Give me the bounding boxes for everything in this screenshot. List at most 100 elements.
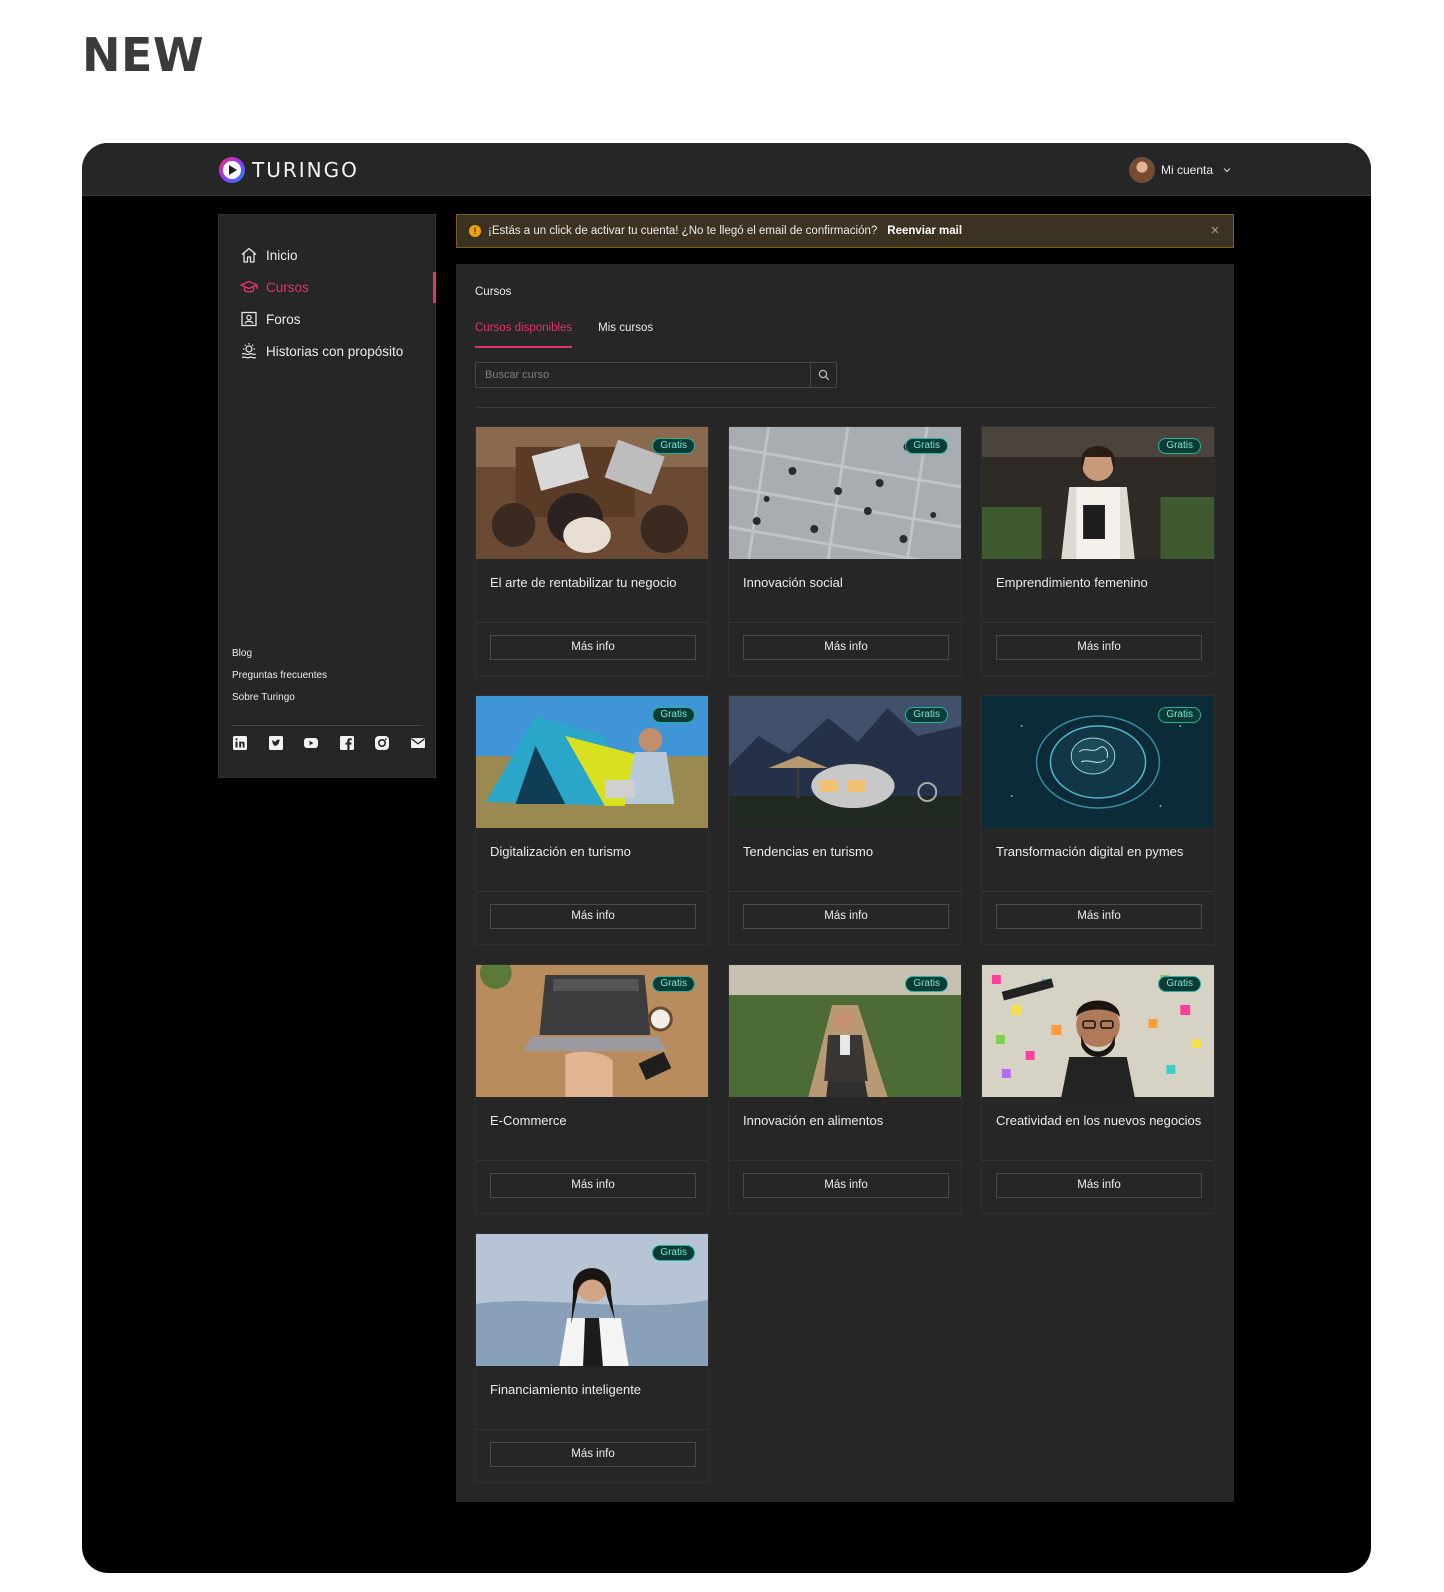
course-card: Gratis Transformación digital en pymes M… [981, 695, 1215, 945]
sidebar: Inicio Cursos Foros Historias con propós… [218, 214, 436, 778]
sidebar-item-label: Historias con propósito [266, 343, 404, 359]
account-menu[interactable]: Mi cuenta [1128, 157, 1231, 183]
search-icon [818, 369, 829, 381]
courses-panel: Cursos Cursos disponibles Mis cursos Bus… [456, 264, 1234, 1502]
page-heading: NEW [82, 28, 205, 82]
divider [729, 1160, 961, 1161]
close-icon[interactable] [1209, 224, 1221, 236]
linkedin-icon[interactable] [232, 735, 248, 751]
graduation-cap-icon [240, 280, 258, 293]
resend-mail-link[interactable]: Reenviar mail [887, 225, 962, 237]
about-link[interactable]: Sobre Turingo [232, 687, 327, 709]
course-title: Innovación social [743, 575, 843, 590]
divider [232, 725, 422, 726]
forum-icon [241, 311, 257, 327]
turingo-logo[interactable]: TURINGO [218, 156, 359, 184]
youtube-icon[interactable] [303, 735, 319, 751]
free-badge: Gratis [652, 707, 695, 723]
divider [476, 891, 708, 892]
warning-icon: ! [469, 225, 481, 237]
top-bar: TURINGO Mi cuenta [82, 143, 1371, 196]
panel-title: Cursos [475, 286, 512, 298]
sidebar-item-inicio[interactable]: Inicio [219, 239, 435, 271]
course-search [475, 362, 837, 388]
search-input[interactable] [476, 363, 810, 387]
course-card: Gratis Innovación en alimentos Más info [728, 964, 962, 1214]
sidebar-item-label: Inicio [266, 247, 298, 263]
course-title: Creatividad en los nuevos negocios [996, 1113, 1202, 1128]
divider [476, 1160, 708, 1161]
divider [476, 622, 708, 623]
free-badge: Gratis [905, 438, 948, 454]
mail-icon[interactable] [410, 735, 426, 751]
free-badge: Gratis [652, 438, 695, 454]
course-card: Gratis Creatividad en los nuevos negocio… [981, 964, 1215, 1214]
course-title: El arte de rentabilizar tu negocio [490, 575, 677, 590]
sidebar-footer-links: Blog Preguntas frecuentes Sobre Turingo [232, 643, 327, 709]
social-links [232, 735, 445, 751]
course-title: E-Commerce [490, 1113, 567, 1128]
brand-name: TURINGO [252, 158, 359, 182]
activation-alert: ! ¡Estás a un click de activar tu cuenta… [456, 214, 1234, 248]
course-card: Gratis Innovación social Más info [728, 426, 962, 676]
more-info-button[interactable]: Más info [490, 904, 696, 929]
course-card: Gratis Digitalización en turismo Más inf… [475, 695, 709, 945]
facebook-icon[interactable] [339, 735, 355, 751]
free-badge: Gratis [652, 1245, 695, 1261]
free-badge: Gratis [652, 976, 695, 992]
course-title: Digitalización en turismo [490, 844, 631, 859]
avatar [1128, 157, 1155, 183]
twitter-icon[interactable] [268, 735, 284, 751]
course-grid: Gratis El arte de rentabilizar tu negoci… [475, 426, 1215, 1486]
turingo-logo-icon [219, 157, 245, 183]
account-label: Mi cuenta [1160, 163, 1213, 177]
blog-link[interactable]: Blog [232, 643, 327, 665]
free-badge: Gratis [905, 707, 948, 723]
divider [729, 891, 961, 892]
course-tabs: Cursos disponibles Mis cursos [475, 322, 679, 348]
home-icon [241, 247, 257, 263]
free-badge: Gratis [1158, 707, 1201, 723]
course-title: Financiamiento inteligente [490, 1382, 642, 1397]
course-title: Emprendimiento femenino [996, 575, 1148, 590]
free-badge: Gratis [905, 976, 948, 992]
sidebar-item-label: Cursos [266, 279, 309, 295]
more-info-button[interactable]: Más info [996, 635, 1202, 660]
divider [729, 622, 961, 623]
free-badge: Gratis [1158, 976, 1201, 992]
course-title: Innovación en alimentos [743, 1113, 884, 1128]
tab-cursos-disponibles[interactable]: Cursos disponibles [475, 322, 573, 348]
more-info-button[interactable]: Más info [490, 1442, 696, 1467]
tab-mis-cursos[interactable]: Mis cursos [598, 322, 653, 348]
search-button[interactable] [810, 363, 836, 387]
app-window: TURINGO Mi cuenta Inicio Cursos Foros Hi… [82, 143, 1371, 1573]
more-info-button[interactable]: Más info [743, 1173, 949, 1198]
more-info-button[interactable]: Más info [490, 1173, 696, 1198]
divider [982, 891, 1214, 892]
sidebar-item-foros[interactable]: Foros [219, 303, 435, 335]
sidebar-item-cursos[interactable]: Cursos [219, 271, 436, 303]
more-info-button[interactable]: Más info [996, 1173, 1202, 1198]
sidebar-item-label: Foros [266, 311, 301, 327]
faq-link[interactable]: Preguntas frecuentes [232, 665, 327, 687]
course-card: Gratis Tendencias en turismo Más info [728, 695, 962, 945]
instagram-icon[interactable] [374, 735, 390, 751]
divider [982, 1160, 1214, 1161]
more-info-button[interactable]: Más info [490, 635, 696, 660]
alert-message: ¡Estás a un click de activar tu cuenta! … [488, 225, 878, 237]
divider [476, 1429, 708, 1430]
chevron-down-icon [1223, 168, 1231, 173]
course-title: Tendencias en turismo [743, 844, 874, 859]
course-card: Gratis Financiamiento inteligente Más in… [475, 1233, 709, 1483]
course-card: Gratis Emprendimiento femenino Más info [981, 426, 1215, 676]
more-info-button[interactable]: Más info [743, 904, 949, 929]
divider [475, 407, 1215, 408]
more-info-button[interactable]: Más info [996, 904, 1202, 929]
course-title: Transformación digital en pymes [996, 844, 1184, 859]
sunrise-icon [241, 343, 257, 359]
free-badge: Gratis [1158, 438, 1201, 454]
course-card: Gratis E-Commerce Más info [475, 964, 709, 1214]
course-card: Gratis El arte de rentabilizar tu negoci… [475, 426, 709, 676]
sidebar-item-historias[interactable]: Historias con propósito [219, 335, 435, 367]
more-info-button[interactable]: Más info [743, 635, 949, 660]
